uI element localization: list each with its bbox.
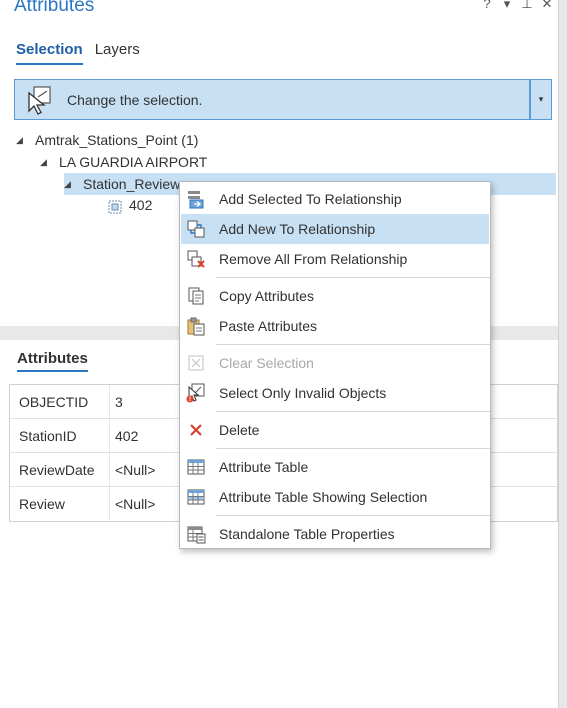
menu-item-label: Clear Selection [219,355,314,371]
paste-icon [185,315,207,337]
attribute-field-name: Review [10,487,110,521]
tab-selection[interactable]: Selection [16,40,83,65]
menu-item-label: Delete [219,422,260,438]
attribute-field-value[interactable]: <Null> [110,462,155,478]
tree-item-record-label: 402 [129,197,153,213]
tree-item-feature-label: LA GUARDIA AIRPORT [59,154,208,170]
menu-item-attribute-table-selection[interactable]: Attribute Table Showing Selection [181,482,489,512]
attribute-field-name: ReviewDate [10,453,110,486]
change-selection-icon [25,85,55,115]
expanded-triangle-icon[interactable]: ◢ [40,151,54,173]
menu-separator [216,411,490,412]
menu-item-attribute-table[interactable]: Attribute Table [181,452,489,482]
attribute-field-value[interactable]: 3 [110,394,123,410]
attribute-field-name: OBJECTID [10,385,110,418]
menu-separator [216,515,490,516]
tree-item-layer-label: Amtrak_Stations_Point (1) [35,132,199,148]
menu-item-table-properties[interactable]: Standalone Table Properties [181,519,489,549]
change-selection-label: Change the selection. [67,91,203,108]
menu-item-label: Paste Attributes [219,318,318,334]
pane-tools: ? ▾ ⊥ ✕ [481,0,553,12]
menu-item-clear-selection[interactable]: Clear Selection [181,348,489,378]
close-icon[interactable]: ✕ [541,0,553,12]
delete-icon [185,419,207,441]
menu-item-select-invalid[interactable]: Select Only Invalid Objects [181,378,489,408]
context-menu: Add Selected To Relationship Add New To … [179,181,491,549]
options-menu-icon[interactable]: ▾ [501,0,513,12]
menu-item-label: Standalone Table Properties [219,526,395,542]
invalid-objects-icon [185,382,207,404]
tree-item-feature[interactable]: ◢ LA GUARDIA AIRPORT [40,151,207,173]
menu-item-paste-attributes[interactable]: Paste Attributes [181,311,489,341]
chevron-down-icon: ▾ [538,94,544,104]
change-selection-dropdown[interactable]: ▾ [530,79,552,120]
table-selection-icon [185,486,207,508]
expanded-triangle-icon[interactable]: ◢ [16,129,30,151]
menu-item-copy-attributes[interactable]: Copy Attributes [181,281,489,311]
menu-separator [216,448,490,449]
menu-separator [216,277,490,278]
attribute-field-name: StationID [10,419,110,452]
add-new-icon [185,218,207,240]
menu-item-add-selected[interactable]: Add Selected To Relationship [181,184,489,214]
menu-item-delete[interactable]: Delete [181,415,489,445]
pane-title: Attributes [14,0,95,16]
menu-item-label: Remove All From Relationship [219,251,408,267]
record-icon [108,198,122,214]
menu-item-add-new[interactable]: Add New To Relationship [181,214,489,244]
menu-item-label: Select Only Invalid Objects [219,385,387,401]
menu-item-label: Add New To Relationship [219,221,376,237]
clear-selection-icon [185,352,207,374]
copy-icon [185,285,207,307]
menu-item-label: Copy Attributes [219,288,314,304]
table-properties-icon [185,523,207,545]
add-selected-icon [185,188,207,210]
attribute-field-value[interactable]: <Null> [110,496,155,512]
pane-right-border [558,0,567,708]
menu-item-label: Add Selected To Relationship [219,191,402,207]
menu-item-remove-all[interactable]: Remove All From Relationship [181,244,489,274]
pane-tabs: Selection Layers [16,40,140,65]
tab-layers[interactable]: Layers [95,40,140,65]
tree-item-related-label: Station_Review [83,176,181,192]
help-icon[interactable]: ? [481,0,493,12]
change-selection-button[interactable]: Change the selection. [14,79,530,120]
menu-separator [216,344,490,345]
attribute-field-value[interactable]: 402 [110,428,138,444]
tree-item-layer[interactable]: ◢ Amtrak_Stations_Point (1) [16,129,198,151]
table-icon [185,456,207,478]
pin-icon[interactable]: ⊥ [521,0,533,12]
tab-attributes[interactable]: Attributes [17,350,88,372]
menu-item-label: Attribute Table [219,459,309,475]
expanded-triangle-icon[interactable]: ◢ [64,173,78,195]
menu-item-label: Attribute Table Showing Selection [219,489,428,505]
remove-all-icon [185,248,207,270]
tree-item-record[interactable]: 402 [108,194,152,216]
